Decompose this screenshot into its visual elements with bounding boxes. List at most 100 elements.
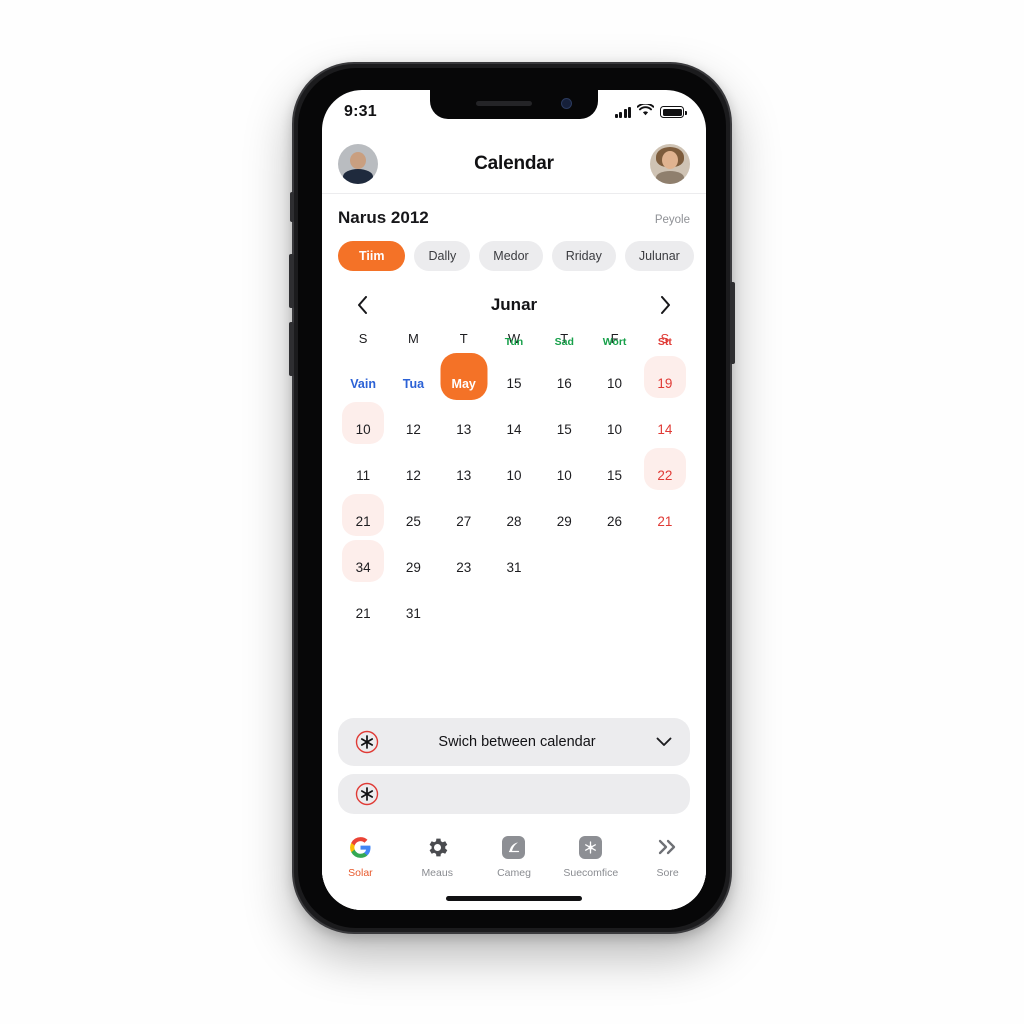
calendar-day-number: 21 <box>355 606 371 621</box>
calendar-day-cell[interactable]: 14 <box>489 396 539 442</box>
calendar-day-cell[interactable]: Wort 10 <box>589 336 639 396</box>
option-cards-area: Swich between calendar <box>322 718 706 814</box>
calendar-day-cell[interactable]: 10 <box>589 396 639 442</box>
status-time: 9:31 <box>344 103 377 120</box>
calendar-day-number: 29 <box>556 514 572 529</box>
calendar-day-cell[interactable]: 29 <box>388 534 438 580</box>
tab-item-meaus[interactable]: Meaus <box>399 834 476 879</box>
calendar-day-number: 13 <box>456 468 472 483</box>
calendar-day-number: 13 <box>456 422 472 437</box>
tab-label: Meaus <box>421 867 453 879</box>
calendar-day-cell[interactable]: 10 <box>539 442 589 488</box>
calendar-day-number: 23 <box>456 560 472 575</box>
weekday-label: M <box>408 331 419 346</box>
calendar-day-cell[interactable]: Vain <box>338 350 388 396</box>
calendar-day-cell[interactable]: Stt 19 <box>640 336 690 396</box>
calendar-day-cell[interactable]: 27 <box>439 488 489 534</box>
calendar-day-cell[interactable]: 13 <box>439 442 489 488</box>
weekday-label: S <box>358 331 368 346</box>
calendar-day-number: 10 <box>556 468 572 483</box>
calendar-day-cell[interactable]: 14 <box>640 396 690 442</box>
calendar-day-number: 21 <box>657 514 673 529</box>
section-title: Narus 2012 <box>338 208 429 227</box>
calendar-week-row: Vain Tua May Tun 15 Sad 16 Wort 10 Stt 19 <box>338 336 690 396</box>
switch-calendar-card[interactable]: Swich between calendar <box>338 718 690 766</box>
chevron-right-icon[interactable] <box>654 293 678 317</box>
weekday-label: T <box>459 331 468 346</box>
filter-chip-rriday[interactable]: Rriday <box>551 241 616 271</box>
calendar-week-row: 21 25 27 28 29 26 21 <box>338 488 690 534</box>
calendar-event-tag: Sad <box>554 336 574 348</box>
calendar-day-number: 11 <box>356 468 371 483</box>
volume-up-button[interactable] <box>289 254 294 308</box>
calendar-empty-cell <box>539 534 589 580</box>
calendar-week-row: 11 12 13 10 10 15 22 <box>338 442 690 488</box>
filter-chip-medor[interactable]: Medor <box>479 241 543 271</box>
chevron-down-icon[interactable] <box>654 737 674 747</box>
tab-item-cameg[interactable]: Cameg <box>476 834 553 879</box>
power-button[interactable] <box>730 282 735 364</box>
secondary-option-card[interactable] <box>338 774 690 814</box>
tab-label: Sore <box>656 867 679 879</box>
tab-item-sore[interactable]: Sore <box>629 834 706 879</box>
calendar-day-cell[interactable]: 25 <box>388 488 438 534</box>
calendar-day-cell[interactable]: Tun 15 <box>489 336 539 396</box>
avatar-left[interactable] <box>338 143 378 184</box>
calendar-day-cell[interactable]: 12 <box>388 396 438 442</box>
calendar-empty-cell <box>439 580 489 626</box>
filter-chip-dally[interactable]: Dally <box>414 241 471 271</box>
calendar-day-cell[interactable]: 34 <box>338 534 388 580</box>
calendar-day-number: 10 <box>355 422 371 437</box>
calendar-empty-cell <box>589 580 639 626</box>
chevron-left-icon[interactable] <box>350 293 374 317</box>
calendar-day-number: Tua <box>402 377 425 391</box>
section-action-link[interactable]: Peyole <box>655 214 690 226</box>
tab-item-suecomfice[interactable]: Suecomfice <box>552 834 629 879</box>
calendar-day-cell[interactable]: 23 <box>439 534 489 580</box>
calendar-day-cell[interactable]: 29 <box>539 488 589 534</box>
calendar-event-tag: Wort <box>602 336 627 348</box>
calendar-day-number: 10 <box>607 422 623 437</box>
filter-chip-julunar[interactable]: Julunar <box>624 241 694 271</box>
calendar-day-cell[interactable]: Tua <box>388 350 438 396</box>
page-title: Calendar <box>474 152 554 174</box>
filter-chip-tiim[interactable]: Tiim <box>338 241 406 271</box>
tab-label: Suecomfice <box>563 867 619 879</box>
calendar-day-cell[interactable]: 10 <box>489 442 539 488</box>
calendar-day-cell[interactable]: 13 <box>439 396 489 442</box>
home-indicator[interactable] <box>446 896 582 901</box>
calendar-day-number: 25 <box>405 514 421 529</box>
calendar-day-cell[interactable]: 21 <box>338 580 388 626</box>
calendar-day-cell[interactable]: Sad 16 <box>539 336 589 396</box>
tab-item-solar[interactable]: Solar <box>322 834 399 879</box>
calendar-day-number: 12 <box>405 422 421 437</box>
silent-switch[interactable] <box>290 192 294 222</box>
month-label: Junar <box>490 295 538 314</box>
avatar-body <box>343 168 373 184</box>
calendar-day-cell[interactable]: 28 <box>489 488 539 534</box>
section-header: Narus 2012 Peyole <box>322 194 706 228</box>
volume-down-button[interactable] <box>289 322 294 376</box>
calendar-day-cell[interactable]: 26 <box>589 488 639 534</box>
calendar-day-number: 10 <box>607 376 623 391</box>
calendar-day-cell[interactable]: 12 <box>388 442 438 488</box>
asterisk-circle-icon <box>354 729 380 755</box>
calendar-day-cell[interactable]: 31 <box>388 580 438 626</box>
calendar-day-cell[interactable]: 31 <box>489 534 539 580</box>
calendar-day-cell[interactable]: 21 <box>640 488 690 534</box>
calendar-day-cell[interactable]: 22 <box>640 442 690 488</box>
calendar-day-cell[interactable]: 10 <box>338 396 388 442</box>
calendar-day-cell[interactable]: 15 <box>539 396 589 442</box>
front-camera-icon <box>561 98 572 109</box>
calendar-day-cell[interactable]: 21 <box>338 488 388 534</box>
google-g-icon <box>347 834 373 860</box>
calendar-day-number: 16 <box>556 376 572 391</box>
calendar-day-cell[interactable]: 15 <box>589 442 639 488</box>
filter-chip-row: Tiim Dally Medor Rriday Julunar <box>322 228 706 271</box>
calendar-day-cell[interactable]: May <box>439 350 489 396</box>
calendar-day-cell[interactable]: 11 <box>338 442 388 488</box>
calendar-week-row: 10 12 13 14 15 10 14 <box>338 396 690 442</box>
avatar-head <box>662 150 678 169</box>
avatar-right[interactable] <box>650 143 690 184</box>
calendar-empty-cell <box>640 580 690 626</box>
